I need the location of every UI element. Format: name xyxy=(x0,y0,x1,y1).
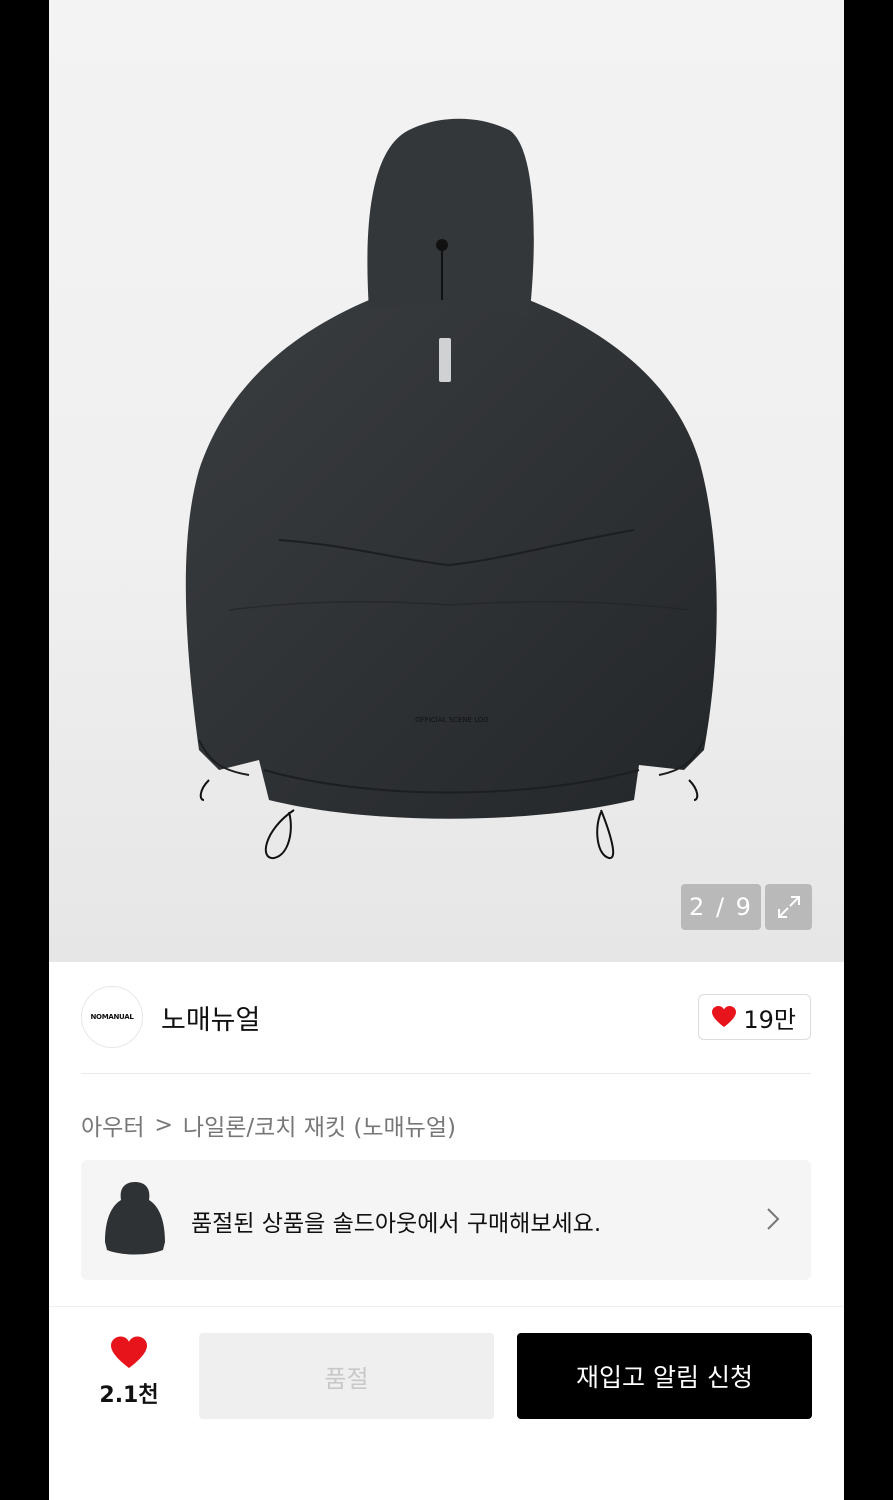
expand-button[interactable] xyxy=(765,884,812,930)
restock-alert-button[interactable]: 재입고 알림 신청 xyxy=(517,1333,812,1419)
breadcrumb-subcategory[interactable]: 나일론/코치 재킷 (노매뉴얼) xyxy=(183,1108,456,1142)
banner-thumbnail xyxy=(105,1182,165,1255)
divider xyxy=(81,1073,811,1074)
breadcrumb-category[interactable]: 아우터 xyxy=(81,1108,144,1142)
product-image-gallery[interactable]: OFFICIAL SCENE LOG 2 / 9 xyxy=(49,0,844,962)
bottom-action-bar: 2.1천 품절 재입고 알림 신청 xyxy=(49,1307,844,1500)
wish-count: 2.1천 xyxy=(99,1383,159,1408)
banner-text: 품절된 상품을 솔드아웃에서 구매해보세요. xyxy=(191,1211,602,1237)
chevron-right-icon xyxy=(767,1208,780,1230)
brand-like-count: 19만 xyxy=(743,1005,796,1034)
soldout-button: 품절 xyxy=(199,1333,494,1419)
brand-name[interactable]: 노매뉴얼 xyxy=(161,998,260,1037)
soldout-banner[interactable]: 품절된 상품을 솔드아웃에서 구매해보세요. xyxy=(81,1160,811,1280)
brand-row[interactable]: NOMANUAL 노매뉴얼 19만 xyxy=(81,986,811,1048)
heart-icon xyxy=(111,1336,147,1368)
brand-logo[interactable]: NOMANUAL xyxy=(81,986,143,1048)
heart-icon xyxy=(712,1006,737,1027)
expand-icon xyxy=(777,896,800,918)
breadcrumb-separator: > xyxy=(154,1112,173,1138)
breadcrumb: 아우터 > 나일론/코치 재킷 (노매뉴얼) xyxy=(81,1108,456,1142)
wish-button[interactable]: 2.1천 xyxy=(89,1335,169,1409)
product-screen: OFFICIAL SCENE LOG 2 / 9 NOMANUAL 노매뉴얼 1… xyxy=(49,0,844,1500)
svg-text:OFFICIAL SCENE LOG: OFFICIAL SCENE LOG xyxy=(415,716,489,724)
product-image: OFFICIAL SCENE LOG xyxy=(185,118,717,860)
image-counter: 2 / 9 xyxy=(681,884,761,930)
brand-like-button[interactable]: 19만 xyxy=(698,994,811,1040)
